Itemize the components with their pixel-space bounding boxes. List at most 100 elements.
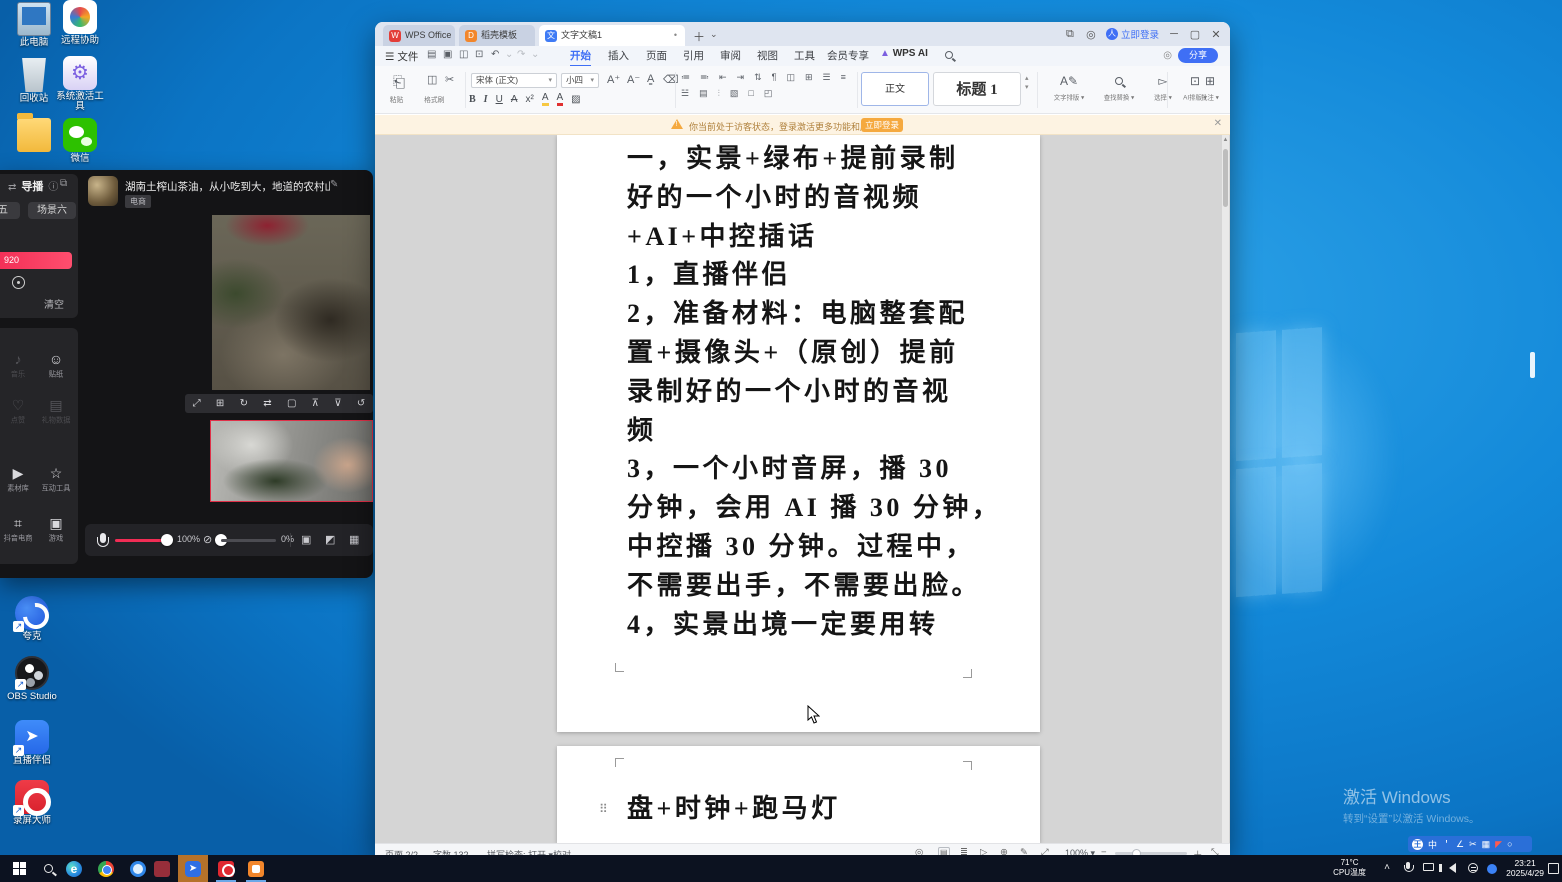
scene-tab-6[interactable]: 场景六 bbox=[28, 202, 76, 219]
expand-icon[interactable]: ⧉ bbox=[60, 178, 67, 189]
indent-icon[interactable]: ⇥ bbox=[737, 72, 745, 83]
scrollbar-thumb[interactable] bbox=[1223, 149, 1228, 207]
paste-icon[interactable]: ⎗ bbox=[393, 74, 405, 91]
tab-wps-ai[interactable]: ▲ WPS AI bbox=[880, 48, 928, 59]
taskbar-orange-app[interactable] bbox=[242, 855, 270, 882]
flip-icon[interactable]: ⇄ bbox=[263, 398, 271, 409]
undo-icon[interactable]: ↶ bbox=[491, 49, 499, 60]
fill-icon[interactable]: ◰ bbox=[764, 88, 773, 99]
taskbar-chrome[interactable] bbox=[92, 855, 120, 882]
tray-speaker-icon[interactable] bbox=[1449, 863, 1456, 873]
font-name-select[interactable]: 宋体 (正文)▾ bbox=[471, 73, 557, 88]
clear-format-icon[interactable]: ⌫ bbox=[663, 73, 679, 86]
document-page-1[interactable]: 一，实景+绿布+提前录制好的一个小时的音视频+AI+中控插话1，直播伴侣2，准备… bbox=[557, 135, 1040, 732]
ime-more-icon[interactable]: ○ bbox=[1507, 839, 1512, 849]
switch-icon[interactable]: ⇄ bbox=[8, 182, 16, 193]
shrink-font-icon[interactable]: A⁻ bbox=[627, 73, 640, 86]
tray-mic-icon[interactable] bbox=[1406, 862, 1410, 869]
video-preview-outdoor[interactable] bbox=[212, 215, 370, 390]
redo-chevron-icon[interactable]: ⌄ bbox=[531, 49, 539, 60]
style-heading1[interactable]: 标题 1 bbox=[933, 72, 1021, 106]
record-target-icon[interactable] bbox=[12, 276, 25, 289]
style-gallery-spinner[interactable]: ▴▾ bbox=[1025, 74, 1029, 92]
bullet-list-icon[interactable]: ≔ bbox=[681, 72, 690, 83]
ribbon-tab-view[interactable]: 视图 bbox=[757, 48, 778, 63]
scene-tab-5[interactable]: 五 bbox=[0, 202, 20, 219]
highlight-button[interactable]: A bbox=[542, 92, 549, 106]
justify-icon[interactable]: ▤ bbox=[699, 88, 708, 99]
flip-vertical-icon[interactable]: ⊼ bbox=[312, 398, 319, 409]
tab-document[interactable]: 文 文字文稿1 • bbox=[539, 25, 685, 46]
paragraph-drag-handle[interactable]: ⠿ bbox=[599, 802, 608, 816]
undo-chevron-icon[interactable]: ⌄ bbox=[505, 49, 513, 60]
ime-mode-icon[interactable]: 中 bbox=[1428, 838, 1437, 851]
superscript-button[interactable]: x² bbox=[525, 94, 533, 105]
underline-button[interactable]: U bbox=[496, 94, 503, 105]
shading-icon[interactable]: ▧ bbox=[730, 88, 739, 99]
ime-keyboard-icon[interactable]: ▦ bbox=[1482, 839, 1491, 850]
columns-icon[interactable]: ◫ bbox=[786, 72, 795, 83]
ribbon-tab-review[interactable]: 审阅 bbox=[720, 48, 741, 63]
action-center-icon[interactable] bbox=[1548, 863, 1559, 874]
more-para-icon[interactable]: ⊞ bbox=[805, 72, 813, 83]
reset-icon[interactable]: ↺ bbox=[357, 398, 365, 409]
taskbar-search-button[interactable] bbox=[36, 855, 60, 882]
maximize-button[interactable]: ▢ bbox=[1189, 28, 1201, 41]
fullscreen-icon[interactable]: ⊞ bbox=[216, 398, 224, 409]
new-tab-button[interactable]: ＋ bbox=[693, 28, 705, 45]
tool-game[interactable]: ▣游戏 bbox=[36, 514, 76, 544]
ribbon-tab-reference[interactable]: 引用 bbox=[683, 48, 704, 63]
taskbar-live-companion-active[interactable]: ➤ bbox=[178, 855, 208, 882]
close-button[interactable]: ✕ bbox=[1210, 28, 1222, 41]
start-button[interactable] bbox=[6, 855, 32, 882]
screen-edge-handle[interactable] bbox=[1530, 352, 1535, 378]
border-icon[interactable]: □ bbox=[748, 88, 753, 99]
scroll-up-icon[interactable]: ▲ bbox=[1222, 137, 1229, 143]
line-spacing-icon[interactable]: ⫶ bbox=[718, 88, 720, 99]
strikethrough-button[interactable]: A bbox=[511, 94, 518, 105]
flip-horizontal-icon[interactable]: ⊽ bbox=[334, 398, 341, 409]
ribbon-tab-tools[interactable]: 工具 bbox=[794, 48, 815, 63]
grow-font-icon[interactable]: A⁺ bbox=[607, 73, 620, 86]
tool-media-library[interactable]: ▶素材库 bbox=[0, 464, 38, 494]
tool-text-layout[interactable]: A✎文字排版 ▾ bbox=[1043, 74, 1095, 103]
tray-expand-icon[interactable]: ˄ bbox=[1384, 862, 1390, 873]
live-cover-thumbnail[interactable] bbox=[88, 176, 118, 206]
clear-button[interactable]: 清空 bbox=[44, 296, 64, 311]
ime-punct-icon[interactable]: ＇ bbox=[1442, 838, 1451, 851]
tab-docer[interactable]: D 稻壳模板 bbox=[459, 25, 535, 46]
style-body[interactable]: 正文 bbox=[861, 72, 929, 106]
vertical-scrollbar[interactable]: ▲ bbox=[1222, 135, 1229, 843]
edit-icon[interactable]: ✎ bbox=[330, 179, 338, 190]
record-icon[interactable]: ▦ bbox=[349, 533, 359, 546]
tool-comment[interactable]: ⊞批注 ▾ bbox=[1195, 74, 1225, 103]
camera-switch-icon[interactable]: ◩ bbox=[325, 533, 335, 546]
search-icon[interactable] bbox=[945, 50, 953, 62]
info-icon[interactable]: ⓘ bbox=[48, 182, 58, 193]
desktop-icon-live-companion[interactable]: ➤↗ 直播伴侣 bbox=[4, 720, 60, 766]
login-link[interactable]: 人立即登录 bbox=[1106, 27, 1159, 41]
document-area[interactable]: 一，实景+绿布+提前录制好的一个小时的音视频+AI+中控插话1，直播伴侣2，准备… bbox=[375, 135, 1230, 843]
notice-close-icon[interactable]: ✕ bbox=[1214, 118, 1222, 129]
cpu-temp[interactable]: 71°C CPU温度 bbox=[1333, 858, 1366, 878]
font-size-select[interactable]: 小四▾ bbox=[561, 73, 599, 88]
desktop-icon-recorder[interactable]: ↗ 录屏大师 bbox=[4, 780, 60, 826]
ribbon-tab-member[interactable]: 会员专享 bbox=[827, 48, 869, 63]
sort-icon[interactable]: ⇅ bbox=[754, 72, 762, 83]
taskbar-edge[interactable]: e bbox=[60, 855, 88, 882]
video-preview-camera-selected[interactable] bbox=[210, 420, 373, 502]
desktop-icon-wechat[interactable]: 微信 bbox=[52, 118, 108, 164]
tool-like[interactable]: ♡点赞 bbox=[0, 396, 38, 426]
ime-pen-icon[interactable]: ∠ bbox=[1456, 839, 1464, 850]
share-button[interactable]: 分享 bbox=[1178, 48, 1218, 63]
microphone-icon[interactable] bbox=[100, 533, 106, 543]
print-icon[interactable]: ▣ bbox=[443, 49, 452, 60]
tray-clock[interactable]: 23:21 2025/4/29 bbox=[1506, 858, 1544, 878]
monitor-speaker-icon[interactable]: ⊘ bbox=[203, 533, 212, 546]
ribbon-tab-page[interactable]: 页面 bbox=[646, 48, 667, 63]
ime-toolbar[interactable]: 王 中 ＇ ∠ ✂ ▦ ◤ ○ bbox=[1408, 836, 1532, 852]
globe-icon[interactable]: ◎ bbox=[1085, 28, 1097, 41]
screenshot-icon[interactable]: ▣ bbox=[301, 533, 311, 546]
copy-icon[interactable]: ◫ bbox=[427, 73, 437, 86]
eye-icon[interactable]: ◎ bbox=[1163, 50, 1172, 61]
